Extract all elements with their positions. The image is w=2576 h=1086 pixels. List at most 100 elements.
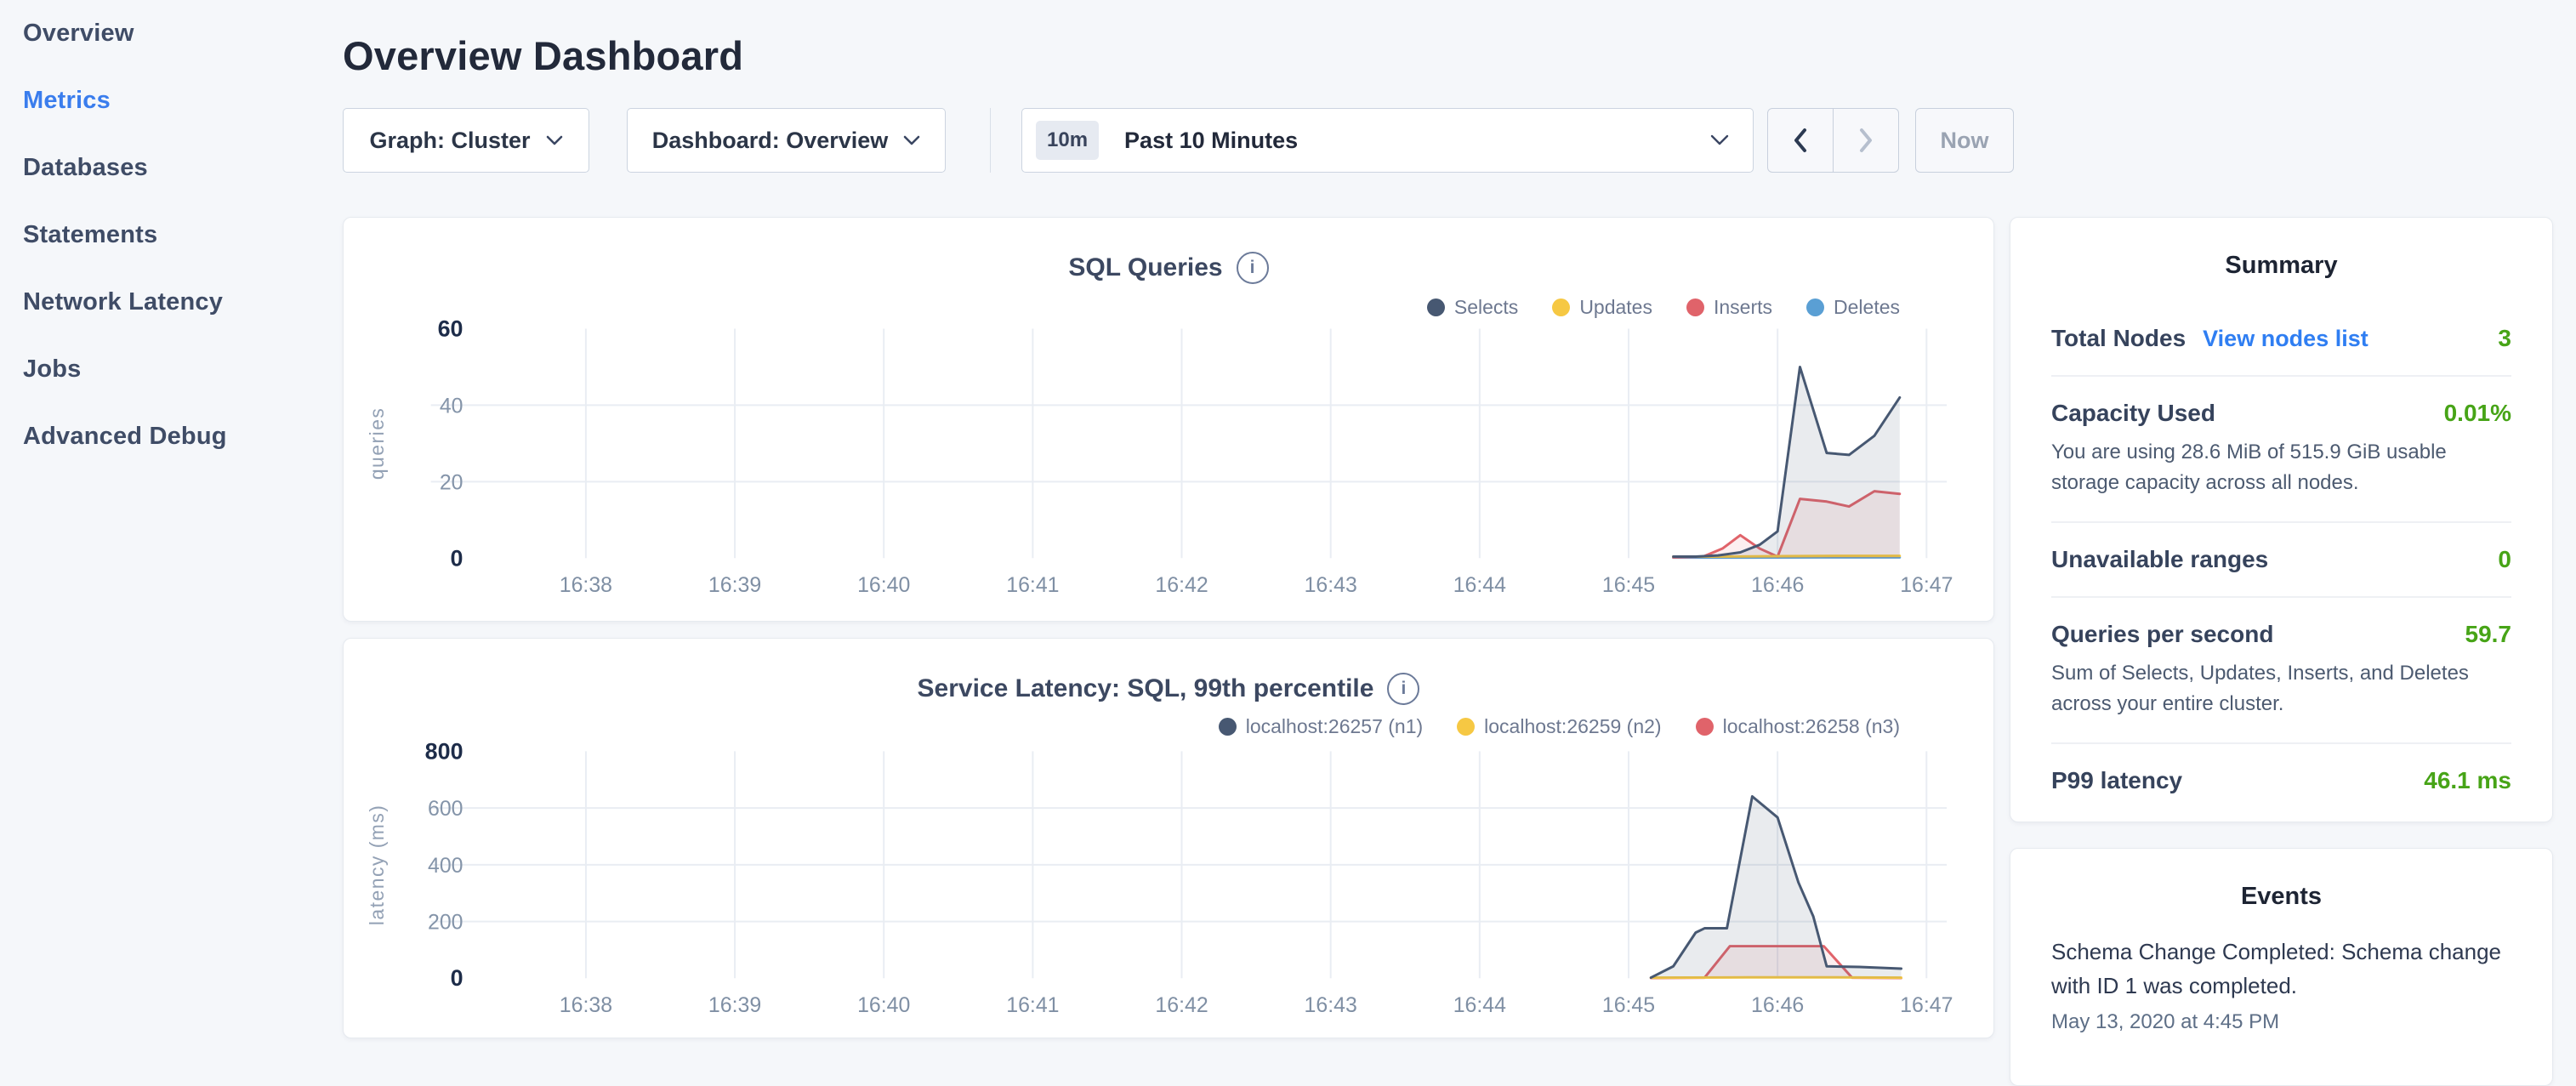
summary-row-total-nodes: Total Nodes View nodes list 3 — [2051, 302, 2511, 377]
page-title: Overview Dashboard — [343, 32, 743, 79]
x-axis-tick-label: 16:46 — [1751, 573, 1804, 597]
event-list-item[interactable]: Schema Change Completed: Schema change w… — [2051, 935, 2511, 1034]
x-axis-tick-label: 16:45 — [1602, 573, 1655, 597]
sidebar-item-metrics[interactable]: Metrics — [0, 67, 340, 134]
sql-queries-chart-card: 0 20 40 60 16:38 16:39 16:40 16:41 16:42 16:43 16:… — [343, 217, 1994, 622]
legend-label: localhost:26257 (n1) — [1246, 715, 1423, 738]
sidebar-nav: OverviewMetricsDatabasesStatementsNetwor… — [0, 0, 340, 1051]
legend-item-localhost-26258-n3: localhost:26258 (n3) — [1696, 715, 1900, 738]
y-axis-tick-label: 0 — [451, 545, 463, 571]
legend-label: Selects — [1454, 296, 1518, 319]
summary-row-p99-latency: P99 latency46.1 ms — [2051, 744, 2511, 817]
events-list: Schema Change Completed: Schema change w… — [2010, 935, 2552, 1034]
summary-row-description: You are using 28.6 MiB of 515.9 GiB usab… — [2051, 437, 2502, 498]
y-axis-unit-label: latency (ms) — [366, 805, 388, 926]
x-axis-tick-label: 16:44 — [1453, 573, 1506, 597]
summary-row-value: 0 — [2498, 546, 2511, 573]
summary-row-label: Queries per second — [2051, 621, 2273, 648]
x-axis-tick-label: 16:40 — [857, 573, 910, 597]
summary-row-value: 46.1 ms — [2424, 767, 2511, 794]
summary-row-value: 59.7 — [2465, 621, 2512, 648]
y-axis-tick-label: 200 — [428, 911, 463, 935]
sidebar-item-network-latency[interactable]: Network Latency — [0, 269, 340, 336]
summary-row-value: 3 — [2498, 325, 2511, 352]
time-range-label: Past 10 Minutes — [1124, 128, 1298, 154]
y-axis-tick-label: 40 — [440, 394, 463, 418]
service-latency-chart-card: 020040060080016:3816:3916:4016:4116:4216… — [343, 638, 1994, 1038]
event-text: Schema Change Completed: Schema change w… — [2051, 935, 2502, 1004]
legend-dot-icon — [1806, 299, 1824, 316]
y-axis-tick-label: 0 — [451, 965, 463, 991]
events-panel: Events Schema Change Completed: Schema c… — [2010, 848, 2553, 1086]
legend-dot-icon — [1696, 718, 1714, 736]
legend-item-updates: Updates — [1552, 296, 1652, 319]
legend-item-deletes: Deletes — [1806, 296, 1900, 319]
previous-time-button[interactable] — [1768, 109, 1834, 172]
x-axis-tick-label: 16:46 — [1751, 993, 1804, 1017]
series-area-localhost-26257-n1 — [1651, 797, 1901, 979]
time-range-picker[interactable]: 10m Past 10 Minutes — [1021, 108, 1754, 173]
chevron-down-icon — [546, 135, 563, 146]
chart-title: SQL Queries — [1068, 253, 1222, 282]
x-axis-tick-label: 16:47 — [1900, 573, 1953, 597]
legend-item-inserts: Inserts — [1686, 296, 1772, 319]
legend-dot-icon — [1219, 718, 1237, 736]
x-axis-tick-label: 16:41 — [1006, 993, 1059, 1017]
sidebar-item-overview[interactable]: Overview — [0, 0, 340, 67]
summary-row-label: Capacity Used — [2051, 400, 2215, 427]
next-time-button[interactable] — [1834, 109, 1898, 172]
x-axis-tick-label: 16:41 — [1006, 573, 1059, 597]
x-axis-tick-label: 16:43 — [1305, 573, 1357, 597]
legend-label: localhost:26258 (n3) — [1723, 715, 1900, 738]
x-axis-tick-label: 16:47 — [1900, 993, 1953, 1017]
summary-rows: Total Nodes View nodes list 3 Capacity Used… — [2010, 302, 2552, 817]
x-axis-tick-label: 16:39 — [708, 573, 761, 597]
sidebar-item-databases[interactable]: Databases — [0, 134, 340, 202]
summary-row-label: Unavailable ranges — [2051, 546, 2268, 573]
sidebar-item-advanced-debug[interactable]: Advanced Debug — [0, 403, 340, 470]
y-axis-tick-label: 600 — [428, 797, 463, 821]
legend-label: localhost:26259 (n2) — [1484, 715, 1661, 738]
chart-title: Service Latency: SQL, 99th percentile — [918, 674, 1374, 703]
legend-label: Updates — [1579, 296, 1652, 319]
info-icon[interactable]: i — [1387, 673, 1419, 705]
dashboard-dropdown[interactable]: Dashboard: Overview — [627, 108, 946, 173]
event-timestamp: May 13, 2020 at 4:45 PM — [2051, 1010, 2511, 1034]
y-axis-tick-label: 60 — [438, 316, 463, 341]
chevron-left-icon — [1792, 127, 1809, 154]
chevron-down-icon — [1710, 134, 1729, 146]
summary-row-value: 0.01% — [2444, 400, 2511, 427]
legend-dot-icon — [1686, 299, 1704, 316]
graph-dropdown[interactable]: Graph: Cluster — [343, 108, 589, 173]
time-step-buttons — [1767, 108, 1899, 173]
graph-dropdown-label: Graph: Cluster — [369, 128, 530, 154]
legend-item-localhost-26257-n1: localhost:26257 (n1) — [1219, 715, 1423, 738]
toolbar: Graph: Cluster Dashboard: Overview 10m P… — [343, 108, 2014, 173]
legend-dot-icon — [1457, 718, 1475, 736]
events-title: Events — [2010, 883, 2552, 911]
x-axis-tick-label: 16:44 — [1453, 993, 1506, 1017]
x-axis-tick-label: 16:38 — [560, 993, 612, 1017]
summary-row-queries-per-second: Queries per second59.7Sum of Selects, Up… — [2051, 598, 2511, 744]
y-axis-tick-label: 20 — [440, 470, 463, 494]
divider — [990, 108, 991, 173]
y-axis-unit-label: queries — [366, 407, 388, 480]
summary-title: Summary — [2010, 252, 2552, 280]
x-axis-tick-label: 16:42 — [1155, 573, 1208, 597]
chart-legend: localhost:26257 (n1) localhost:26259 (n2)… — [1219, 715, 1900, 738]
legend-dot-icon — [1552, 299, 1570, 316]
sidebar-item-statements[interactable]: Statements — [0, 202, 340, 269]
info-icon[interactable]: i — [1237, 252, 1269, 284]
dashboard-dropdown-label: Dashboard: Overview — [652, 128, 889, 154]
now-button[interactable]: Now — [1915, 108, 2014, 173]
sidebar-item-jobs[interactable]: Jobs — [0, 336, 340, 403]
legend-item-localhost-26259-n2: localhost:26259 (n2) — [1457, 715, 1661, 738]
view-nodes-link[interactable]: View nodes list — [2203, 326, 2368, 352]
chart-legend: Selects Updates Inserts Deletes — [1427, 296, 1900, 319]
x-axis-tick-label: 16:39 — [708, 993, 761, 1017]
chevron-right-icon — [1857, 127, 1874, 154]
time-range-badge: 10m — [1036, 121, 1099, 160]
x-axis-tick-label: 16:38 — [560, 573, 612, 597]
summary-row-label: Total Nodes — [2051, 325, 2186, 352]
summary-row-unavailable-ranges: Unavailable ranges 0 — [2051, 523, 2511, 598]
